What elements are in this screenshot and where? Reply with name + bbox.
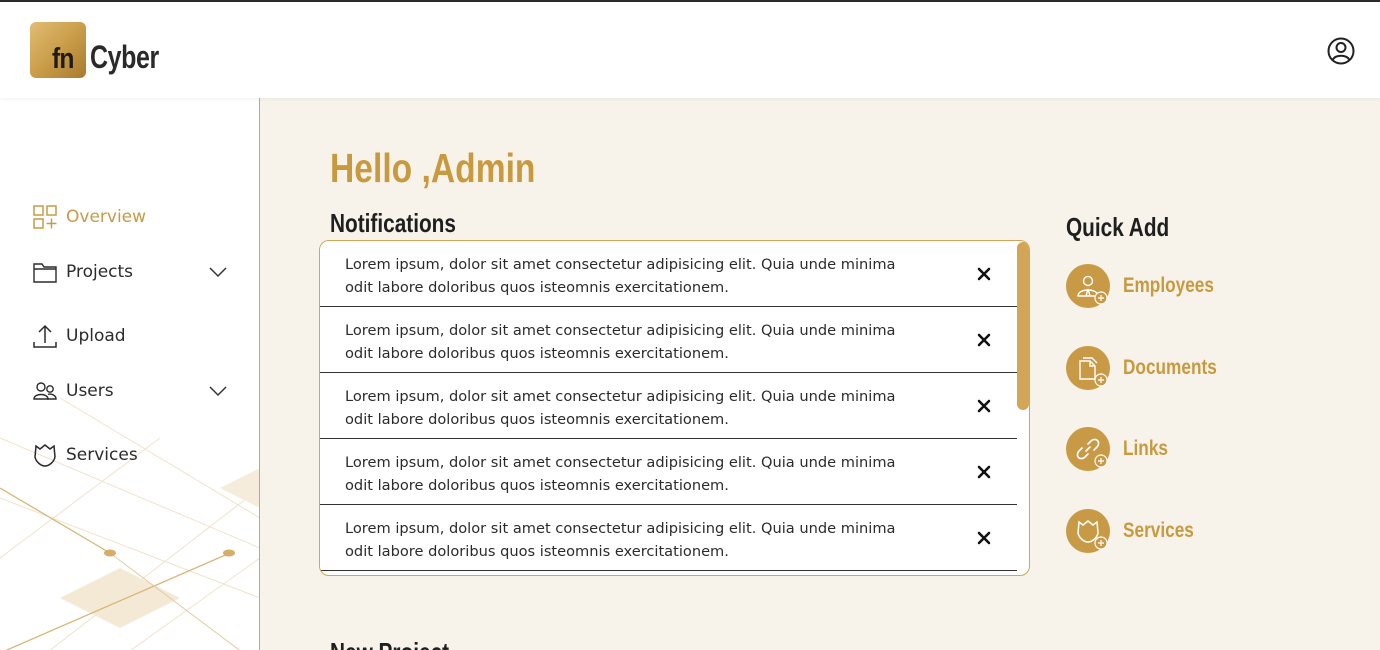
sidebar-item-users[interactable]: Users — [32, 378, 232, 404]
sidebar-item-services[interactable]: Services — [32, 442, 232, 468]
quick-add-services-button[interactable]: Services — [1066, 509, 1209, 553]
add-document-icon — [1066, 346, 1110, 390]
quick-add-label: Links — [1123, 437, 1168, 460]
add-link-icon — [1066, 427, 1110, 471]
notification-text: Lorem ipsum, dolor sit amet consectetur … — [345, 520, 896, 560]
sidebar-item-label: Services — [66, 445, 138, 465]
quick-add-documents-button[interactable]: Documents — [1066, 346, 1237, 390]
quick-add-employees-button[interactable]: Employees — [1066, 264, 1234, 308]
sidebar-item-overview[interactable]: Overview — [32, 204, 232, 230]
close-icon[interactable] — [976, 266, 992, 282]
chevron-down-icon[interactable] — [208, 384, 228, 398]
add-employee-icon — [1066, 264, 1110, 308]
logo-name: Cyber — [90, 39, 159, 75]
notifications-scrollbar[interactable] — [1017, 241, 1029, 574]
shield-icon — [32, 442, 58, 468]
notification-item: Lorem ipsum, dolor sit amet consectetur … — [320, 241, 1017, 307]
sidebar: Overview Projects Upload Users Services — [0, 98, 260, 650]
notification-text: Lorem ipsum, dolor sit amet consectetur … — [345, 256, 896, 296]
notification-item: Lorem ipsum, dolor sit amet consectetur … — [320, 307, 1017, 373]
upload-icon — [32, 323, 58, 349]
quick-add-label: Services — [1123, 519, 1194, 542]
overview-grid-icon — [32, 204, 58, 230]
sidebar-item-label: Upload — [66, 326, 126, 346]
logo-mark: fn — [30, 22, 86, 78]
quick-add-title: Quick Add — [1066, 212, 1170, 242]
chevron-down-icon[interactable] — [208, 265, 228, 279]
sidebar-item-label: Overview — [66, 207, 147, 227]
notification-item: Lorem ipsum, dolor sit amet consectetur … — [320, 505, 1017, 571]
quick-add-label: Employees — [1123, 274, 1214, 297]
add-service-icon — [1066, 509, 1110, 553]
logo-fn-text: fn — [52, 43, 74, 75]
notification-text: Lorem ipsum, dolor sit amet consectetur … — [345, 388, 896, 428]
folder-icon — [32, 259, 58, 285]
notification-text: Lorem ipsum, dolor sit amet consectetur … — [345, 322, 896, 362]
user-circle-icon[interactable] — [1326, 36, 1356, 66]
app-logo[interactable]: fn Cyber — [30, 22, 178, 78]
notification-text: Lorem ipsum, dolor sit amet consectetur … — [345, 454, 896, 494]
notifications-panel: Lorem ipsum, dolor sit amet consectetur … — [319, 240, 1030, 576]
sidebar-item-label: Projects — [66, 262, 134, 282]
sidebar-item-upload[interactable]: Upload — [32, 323, 232, 349]
close-icon[interactable] — [976, 398, 992, 414]
notifications-title: Notifications — [330, 208, 456, 238]
notifications-list: Lorem ipsum, dolor sit amet consectetur … — [320, 241, 1017, 574]
quick-add-label: Documents — [1123, 356, 1217, 379]
notification-item: Lorem ipsum, dolor sit amet consectetur … — [320, 439, 1017, 505]
top-header: fn Cyber — [0, 2, 1380, 98]
quick-add-links-button[interactable]: Links — [1066, 427, 1178, 471]
sidebar-item-projects[interactable]: Projects — [32, 259, 232, 285]
notification-item: Lorem ipsum, dolor sit amet consectetur … — [320, 373, 1017, 439]
close-icon[interactable] — [976, 332, 992, 348]
close-icon[interactable] — [976, 530, 992, 546]
page-title: Hello ,Admin — [330, 145, 536, 191]
users-icon — [32, 378, 58, 404]
decorative-network-graphic — [0, 398, 259, 650]
scrollbar-thumb[interactable] — [1017, 242, 1029, 410]
sidebar-item-label: Users — [66, 381, 114, 401]
close-icon[interactable] — [976, 464, 992, 480]
new-project-title: New Project — [330, 637, 449, 650]
